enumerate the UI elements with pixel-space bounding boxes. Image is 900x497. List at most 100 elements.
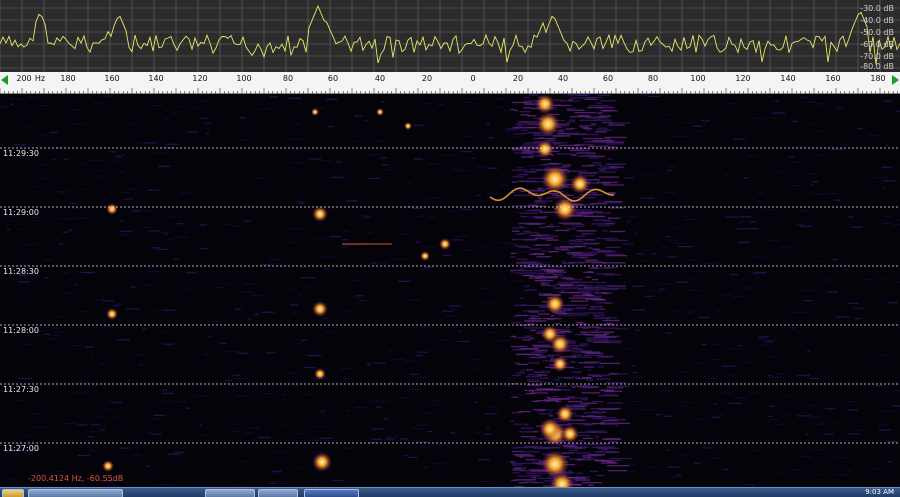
noise-speck <box>373 140 387 142</box>
noise-speck <box>755 200 763 203</box>
explorer-icon[interactable] <box>205 489 255 497</box>
noise-speck <box>513 280 525 282</box>
noise-speck <box>392 358 405 360</box>
noise-speck <box>764 95 774 97</box>
noise-speck <box>260 423 267 425</box>
noise-speck <box>583 332 587 335</box>
noise-speck <box>369 379 373 381</box>
noise-speck <box>547 354 562 356</box>
noise-speck <box>692 125 702 127</box>
noise-speck <box>803 300 813 302</box>
noise-speck <box>415 355 423 357</box>
noise-speck <box>527 177 544 179</box>
noise-speck <box>870 365 877 367</box>
noise-speck <box>586 154 597 156</box>
noise-speck <box>51 328 59 330</box>
noise-speck <box>436 444 449 446</box>
noise-speck <box>812 303 820 305</box>
taskbar: 9:03 AM <box>0 487 900 497</box>
noise-speck <box>457 169 469 171</box>
noise-speck <box>359 299 369 302</box>
noise-speck <box>683 122 695 124</box>
noise-speck <box>587 308 604 310</box>
noise-speck <box>892 224 900 226</box>
noise-speck <box>595 438 598 440</box>
app-icon[interactable] <box>258 489 298 497</box>
noise-speck <box>213 286 224 289</box>
browser-icon[interactable] <box>28 489 123 497</box>
freq-label: 160 <box>825 74 841 83</box>
noise-speck <box>658 390 673 392</box>
noise-speck <box>255 313 260 315</box>
noise-speck <box>408 388 421 391</box>
noise-speck <box>498 184 510 186</box>
noise-speck <box>823 279 832 281</box>
noise-speck <box>411 427 424 430</box>
noise-speck <box>164 118 169 120</box>
noise-speck <box>514 304 527 307</box>
noise-speck <box>576 458 583 461</box>
noise-speck <box>645 295 655 297</box>
noise-speck <box>162 331 168 333</box>
noise-speck <box>602 148 618 151</box>
noise-speck <box>124 198 133 200</box>
noise-speck <box>182 255 185 257</box>
noise-speck <box>729 348 738 350</box>
noise-speck <box>101 429 106 431</box>
noise-speck <box>602 394 618 396</box>
noise-speck <box>79 270 86 272</box>
noise-speck <box>524 171 537 173</box>
noise-speck <box>562 277 575 280</box>
noise-speck <box>34 426 46 429</box>
noise-speck <box>331 176 344 178</box>
noise-speck <box>385 438 395 440</box>
noise-speck <box>802 337 806 339</box>
spectrum-panel[interactable]: -30.0 dB -40.0 dB -50.0 dB -60.0 dB -70.… <box>0 0 900 72</box>
app-icon[interactable] <box>304 489 359 497</box>
noise-speck <box>260 264 272 266</box>
noise-speck <box>875 385 883 387</box>
noise-speck <box>72 207 81 209</box>
noise-speck <box>764 209 776 211</box>
noise-speck <box>543 270 559 272</box>
noise-speck <box>534 349 548 351</box>
noise-speck <box>604 111 610 113</box>
noise-speck <box>1 107 9 109</box>
noise-speck <box>23 244 37 246</box>
start-icon[interactable] <box>2 489 24 497</box>
signal-spot <box>312 301 328 317</box>
noise-speck <box>698 316 710 319</box>
noise-speck <box>510 256 516 258</box>
noise-speck <box>558 222 581 224</box>
noise-speck <box>294 385 300 387</box>
db-label: -60.0 dB <box>860 40 894 49</box>
noise-speck <box>732 296 743 298</box>
frequency-scale[interactable]: 200 180 160 140 120 100 80 60 40 20 0 20 40 60 80 100 12… <box>0 72 900 94</box>
noise-speck <box>588 104 609 107</box>
waterfall-display[interactable]: 11:29:30 11:29:00 11:28:30 11:28:00 11:2… <box>0 94 900 487</box>
noise-speck <box>512 149 530 151</box>
noise-speck <box>347 384 352 387</box>
noise-speck <box>887 461 893 463</box>
noise-speck <box>381 164 389 166</box>
noise-speck <box>139 364 143 366</box>
noise-speck <box>373 362 386 364</box>
noise-speck <box>559 285 573 287</box>
noise-speck <box>649 290 662 292</box>
noise-speck <box>153 414 166 417</box>
noise-speck <box>750 273 764 275</box>
noise-speck <box>563 452 575 454</box>
noise-speck <box>488 406 496 408</box>
noise-speck <box>575 479 591 481</box>
noise-speck <box>161 392 175 394</box>
noise-speck <box>881 222 894 224</box>
noise-speck <box>813 474 822 476</box>
noise-speck <box>177 400 187 403</box>
noise-speck <box>346 200 359 202</box>
noise-speck <box>713 403 717 405</box>
noise-speck <box>455 235 468 238</box>
noise-speck <box>682 205 693 207</box>
noise-speck <box>516 272 538 274</box>
noise-speck <box>816 423 824 425</box>
noise-speck <box>629 463 636 465</box>
